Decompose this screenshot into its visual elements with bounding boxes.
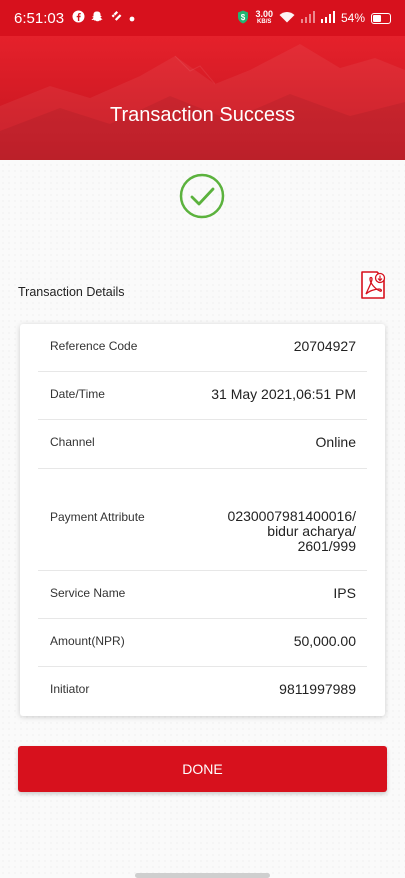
detail-row-channel: Channel Online — [38, 420, 367, 469]
mountain-background — [0, 44, 405, 160]
detail-label: Initiator — [50, 682, 90, 696]
pdf-download-icon[interactable] — [360, 270, 386, 300]
detail-label: Reference Code — [50, 339, 138, 353]
detail-value: 20704927 — [293, 338, 356, 354]
page-title: Transaction Success — [110, 104, 295, 126]
detail-value: 50,000.00 — [293, 633, 356, 649]
detail-value-line: 0230007981400016/ — [227, 508, 356, 524]
done-button[interactable]: DONE — [18, 746, 387, 792]
detail-row-reference-code: Reference Code 20704927 — [38, 324, 367, 372]
detail-label: Channel — [50, 435, 95, 449]
binance-icon — [110, 10, 123, 26]
detail-label: Amount(NPR) — [50, 634, 125, 648]
signal-icon — [300, 10, 315, 26]
wifi-icon — [279, 11, 295, 26]
detail-row-date-time: Date/Time 31 May 2021,06:51 PM — [38, 372, 367, 420]
detail-value: Online — [315, 434, 356, 450]
battery-icon — [371, 12, 391, 24]
status-bar: 6:51:03 $ 3.00 KB/S 54% — [0, 0, 405, 36]
detail-row-amount: Amount(NPR) 50,000.00 — [38, 619, 367, 667]
detail-value-line: bidur acharya/ — [267, 523, 356, 539]
detail-value-line: 2601/999 — [297, 538, 356, 554]
detail-label: Date/Time — [50, 387, 105, 401]
network-speed-value: 3.00 — [255, 9, 273, 19]
detail-value-multiline: 0230007981400016/ bidur acharya/ 2601/99… — [228, 509, 356, 554]
detail-label: Payment Attribute — [50, 510, 145, 524]
section-label: Transaction Details — [18, 285, 125, 299]
svg-text:$: $ — [241, 13, 246, 22]
home-indicator[interactable] — [135, 873, 270, 878]
detail-value: IPS — [333, 585, 356, 601]
snapchat-icon — [91, 10, 104, 26]
network-speed-unit: KB/S — [257, 19, 272, 25]
dot-icon — [129, 11, 135, 25]
detail-row-initiator: Initiator 9811997989 — [38, 667, 367, 715]
success-check-icon — [179, 173, 225, 219]
battery-percent: 54% — [340, 11, 365, 25]
detail-row-payment-attribute: Payment Attribute 0230007981400016/ bidu… — [38, 469, 367, 571]
detail-value: 9811997989 — [279, 681, 356, 697]
facebook-icon — [72, 10, 85, 26]
detail-label: Service Name — [50, 586, 126, 600]
signal-icon-2 — [320, 10, 335, 26]
header-banner: Transaction Success — [0, 36, 405, 160]
detail-value: 31 May 2021,06:51 PM — [211, 386, 356, 402]
network-speed: 3.00 KB/S — [255, 10, 273, 26]
detail-row-service-name: Service Name IPS — [38, 571, 367, 619]
shield-icon: $ — [237, 10, 249, 27]
status-time: 6:51:03 — [14, 9, 65, 27]
transaction-details-card: Reference Code 20704927 Date/Time 31 May… — [20, 324, 385, 716]
